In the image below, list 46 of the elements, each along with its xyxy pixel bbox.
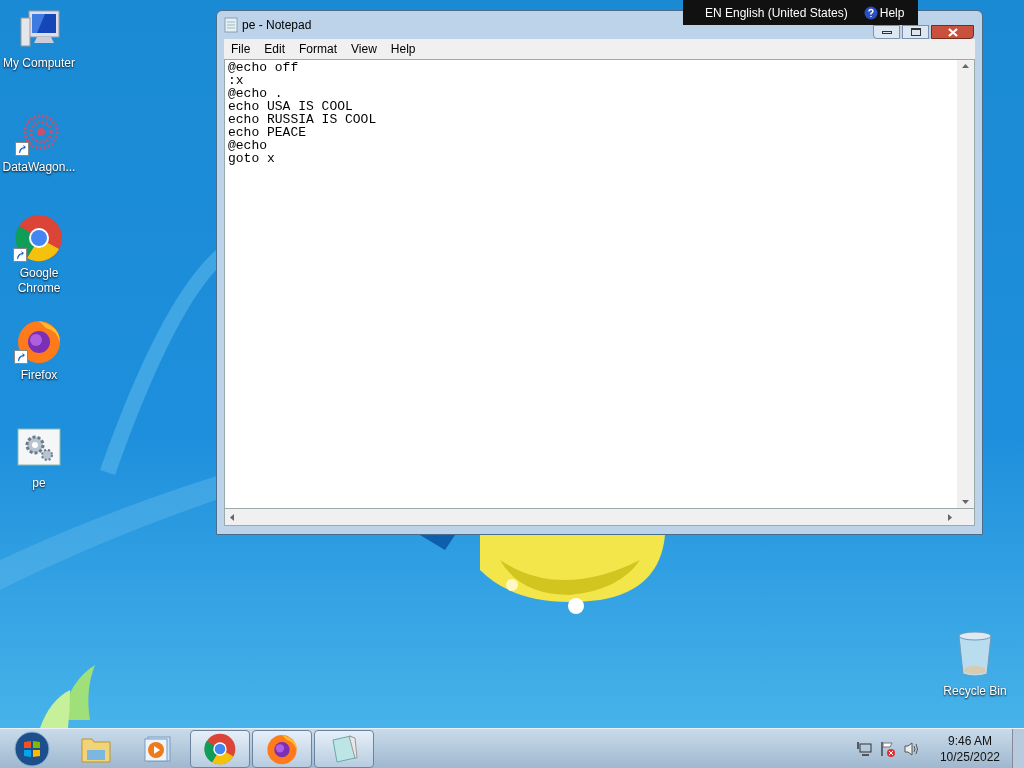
- menu-item[interactable]: View: [344, 40, 384, 58]
- chrome-icon[interactable]: [15, 214, 63, 262]
- text-line: @echo .: [228, 87, 283, 100]
- close-icon: [947, 27, 958, 37]
- scroll-down-icon[interactable]: [962, 500, 969, 504]
- icon-label: pe: [32, 476, 46, 491]
- text-line: goto x: [228, 152, 275, 165]
- minimize-button[interactable]: [873, 25, 900, 39]
- icon-label: Recycle Bin: [943, 683, 1007, 700]
- maximize-button[interactable]: [902, 25, 929, 39]
- text-line: @echo: [228, 139, 267, 152]
- text-line: echo USA IS COOL: [228, 100, 353, 113]
- taskbar-button[interactable]: [190, 729, 250, 768]
- help-link[interactable]: Help: [879, 3, 905, 22]
- taskbar-button[interactable]: [314, 729, 374, 768]
- menu-item[interactable]: File: [224, 40, 258, 58]
- windows-logo-icon: [14, 730, 50, 767]
- clock[interactable]: 9:46 AM 10/25/2022: [939, 732, 1000, 765]
- text-line: @echo off: [228, 61, 299, 74]
- icon-label: Firefox: [20, 368, 58, 383]
- menu-item[interactable]: Help: [383, 40, 423, 58]
- network-icon[interactable]: [855, 740, 872, 757]
- text-line: :x: [228, 74, 244, 87]
- scroll-right-icon[interactable]: [948, 513, 952, 521]
- text-line: echo RUSSIA IS COOL: [228, 113, 377, 126]
- notepad-icon: [224, 17, 238, 33]
- firefox-icon[interactable]: [16, 318, 62, 364]
- language-indicator[interactable]: EN English (United States): [705, 3, 848, 22]
- scroll-left-icon[interactable]: [230, 513, 234, 521]
- icon-label: DataWagon...: [2, 160, 76, 175]
- menu-item[interactable]: Edit: [257, 40, 293, 58]
- firefox-icon: [266, 732, 298, 765]
- icon-label: My Computer: [3, 56, 75, 71]
- window-title: pe - Notepad: [242, 17, 312, 34]
- text-line: echo PEACE: [228, 126, 306, 139]
- scroll-up-icon[interactable]: [962, 64, 969, 68]
- icon-label: Google Chrome: [16, 266, 62, 296]
- flag-icon[interactable]: [879, 740, 896, 757]
- play-icon: [144, 734, 172, 763]
- chrome-icon: [204, 732, 236, 765]
- notepad-icon: [329, 733, 359, 764]
- taskbar-button[interactable]: [252, 729, 312, 768]
- help-icon[interactable]: [863, 5, 878, 20]
- close-button[interactable]: [931, 25, 974, 39]
- menu-item[interactable]: Format: [292, 40, 345, 58]
- speaker-icon[interactable]: [903, 740, 920, 757]
